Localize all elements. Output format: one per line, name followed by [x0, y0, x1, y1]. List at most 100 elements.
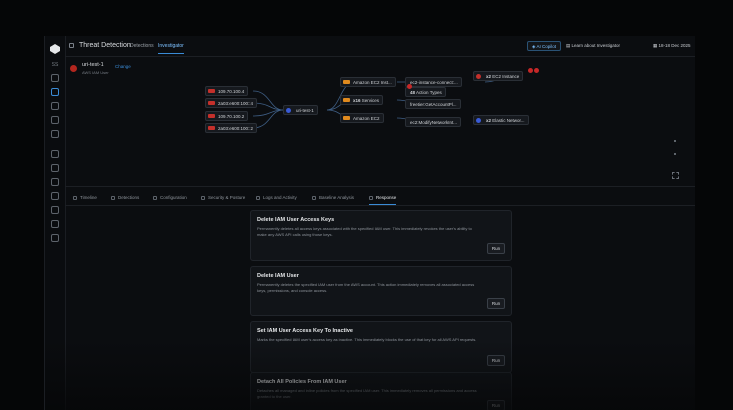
- response-description: Detaches all managed and inline policies…: [257, 388, 477, 399]
- resource-name: uri-test-1: [82, 62, 104, 68]
- tab-investigator[interactable]: Investigator: [158, 43, 184, 54]
- ip-label: 109.70.100.4: [218, 89, 245, 94]
- configuration-icon: [153, 196, 157, 200]
- target-count: x2: [486, 118, 492, 123]
- center-user-node[interactable]: uri-test-1: [283, 105, 318, 115]
- dashboard-icon[interactable]: [51, 74, 59, 82]
- alert-dot-icon: [534, 68, 539, 73]
- response-description: Marks the specified IAM user's access ke…: [257, 337, 477, 342]
- page-title: Threat Detection: [79, 42, 131, 49]
- services-group-node[interactable]: x16 Services: [340, 95, 384, 105]
- aws-icon: [343, 80, 350, 84]
- services-count: x16: [353, 98, 361, 103]
- fit-view-icon[interactable]: [672, 172, 679, 179]
- alert-dot-icon: [407, 84, 412, 89]
- response-card: Set IAM User Access Key To Inactive Mark…: [250, 321, 512, 373]
- tab-label: Baseline Analysis: [319, 195, 355, 200]
- action-types-node[interactable]: 48 Action Types: [405, 87, 446, 97]
- top-bar: Threat Detection Detections Investigator…: [65, 36, 695, 57]
- ai-copilot-button[interactable]: ◈ AI Copilot: [527, 41, 561, 51]
- ip-label: 2a03:e600:100::4: [218, 101, 254, 106]
- tab-label: Logs and Activity: [263, 195, 297, 200]
- app-window: SS Threat Detection Detections Investiga…: [44, 36, 695, 410]
- tab-label: Detections: [118, 195, 140, 200]
- tab-logs-activity[interactable]: Logs and Activity: [256, 195, 297, 200]
- action-node[interactable]: ec2-instance-connect:...: [405, 77, 462, 87]
- ip-node[interactable]: 2a03:e600:100::4: [205, 98, 258, 108]
- settings-icon[interactable]: [51, 220, 59, 228]
- tab-timeline[interactable]: Timeline: [73, 195, 97, 200]
- action-types-label: Action Types: [416, 90, 442, 95]
- network-icon[interactable]: [51, 164, 59, 172]
- tab-detections[interactable]: Detections: [111, 195, 139, 200]
- target-label: Elastic Networ...: [492, 118, 525, 123]
- tab-label: Security & Posture: [208, 195, 246, 200]
- action-label: ec2:ModifyNetworkInt...: [410, 120, 458, 125]
- run-button[interactable]: Run: [487, 355, 505, 366]
- change-resource-link[interactable]: Change: [115, 64, 131, 69]
- threat-detection-icon[interactable]: [51, 88, 59, 96]
- ip-flag-icon: [208, 126, 215, 130]
- tab-security-posture[interactable]: Security & Posture: [201, 195, 245, 200]
- learn-link[interactable]: ▤ Learn about Investigator: [562, 41, 624, 51]
- tab-configuration[interactable]: Configuration: [153, 195, 187, 200]
- sidebar-rail: SS: [45, 36, 66, 410]
- rail-label: SS: [51, 62, 59, 68]
- resource-header: uri-test-1 AWS IAM User: [82, 62, 109, 75]
- data-icon[interactable]: [51, 178, 59, 186]
- run-button[interactable]: Run: [487, 243, 505, 254]
- response-description: Permanently deletes all access keys asso…: [257, 226, 472, 237]
- aws-icon: [343, 98, 350, 102]
- tab-baseline-analysis[interactable]: Baseline Analysis: [312, 195, 354, 200]
- action-types-count: 48: [410, 90, 416, 95]
- action-node[interactable]: ec2:ModifyNetworkInt...: [405, 117, 462, 127]
- user-icon[interactable]: [51, 234, 59, 242]
- date-range-picker[interactable]: ▦ 18-18 Dec 2025: [649, 41, 695, 51]
- integrations-icon[interactable]: [51, 192, 59, 200]
- inventory-icon[interactable]: [51, 102, 59, 110]
- vulnerabilities-icon[interactable]: [51, 130, 59, 138]
- center-label: uri-test-1: [296, 108, 314, 113]
- service-label: Amazon EC2 Inst...: [353, 80, 392, 85]
- tab-detections[interactable]: Detections: [130, 43, 154, 49]
- iam-user-icon: [286, 107, 291, 113]
- ip-flag-icon: [208, 89, 215, 93]
- ip-node[interactable]: 2a03:e600:100::2: [205, 123, 258, 133]
- compliance-icon[interactable]: [51, 116, 59, 124]
- response-icon: [369, 196, 373, 200]
- tab-response[interactable]: Response: [369, 195, 397, 205]
- detail-tabs: Timeline Detections Configuration Securi…: [65, 191, 695, 206]
- ip-node[interactable]: 109.70.100.4: [205, 86, 249, 96]
- investigation-graph[interactable]: 109.70.100.4 2a03:e600:100::4 109.70.100…: [65, 68, 695, 187]
- learn-label: Learn about Investigator: [571, 43, 621, 48]
- ec2-icon: [476, 73, 481, 79]
- tab-label: Configuration: [160, 195, 187, 200]
- run-button[interactable]: Run: [487, 298, 505, 309]
- service-label: Amazon EC2: [353, 116, 380, 121]
- run-button[interactable]: Run: [487, 400, 505, 410]
- service-node[interactable]: Amazon EC2: [340, 113, 384, 123]
- service-node[interactable]: Amazon EC2 Inst...: [340, 77, 396, 87]
- reports-icon[interactable]: [51, 206, 59, 214]
- target-label: EC2 Instance: [492, 74, 520, 79]
- resource-type: AWS IAM User: [82, 70, 109, 75]
- action-label: ec2-instance-connect:...: [410, 80, 458, 85]
- aws-icon: [343, 116, 350, 120]
- response-title: Detach All Policies From IAM User: [257, 379, 347, 385]
- tab-label: Timeline: [80, 195, 97, 200]
- response-card: Detach All Policies From IAM User Detach…: [250, 372, 512, 410]
- target-node[interactable]: x2 Elastic Networ...: [473, 115, 529, 125]
- identity-icon[interactable]: [51, 150, 59, 158]
- resource-alert-icon: [70, 65, 77, 72]
- response-description: Permanently deletes the specified IAM us…: [257, 282, 475, 293]
- response-title: Set IAM User Access Key To Inactive: [257, 328, 353, 334]
- ip-flag-icon: [208, 101, 215, 105]
- services-label: Services: [361, 98, 380, 103]
- ip-node[interactable]: 109.70.100.2: [205, 111, 249, 121]
- response-card: Delete IAM User Access Keys Permanently …: [250, 210, 512, 261]
- action-node[interactable]: freetier:GetAccountPl...: [405, 99, 461, 109]
- tab-label: Response: [376, 195, 397, 200]
- date-range-value: 18-18 Dec 2025: [658, 43, 691, 48]
- target-node[interactable]: x2 EC2 Instance: [473, 71, 524, 81]
- ip-label: 109.70.100.2: [218, 114, 245, 119]
